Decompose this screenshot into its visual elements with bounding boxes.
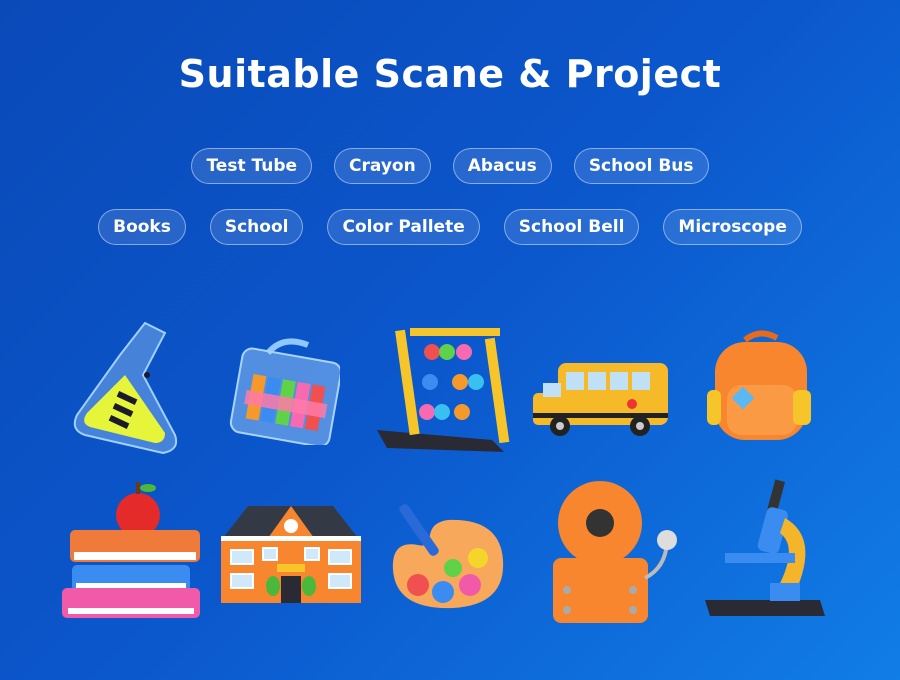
abacus-icon bbox=[377, 328, 510, 452]
school-bus-icon bbox=[533, 363, 668, 436]
backpack-icon bbox=[707, 330, 811, 440]
page-title: Suitable Scane & Project bbox=[178, 52, 722, 96]
school-bell-icon bbox=[553, 481, 677, 623]
tag-abacus[interactable]: Abacus bbox=[452, 148, 552, 184]
tag-row-2: Books School Color Pallete School Bell M… bbox=[0, 209, 900, 245]
crayon-icon bbox=[229, 338, 340, 445]
tag-books[interactable]: Books bbox=[98, 209, 186, 245]
tag-crayon[interactable]: Crayon bbox=[334, 148, 431, 184]
tag-microscope[interactable]: Microscope bbox=[663, 209, 802, 245]
tag-school-bus[interactable]: School Bus bbox=[573, 148, 709, 184]
tag-school[interactable]: School bbox=[209, 209, 304, 245]
tag-test-tube[interactable]: Test Tube bbox=[191, 148, 313, 184]
school-icon bbox=[221, 506, 361, 603]
tag-school-bell[interactable]: School Bell bbox=[503, 209, 640, 245]
microscope-icon bbox=[705, 479, 825, 616]
books-icon bbox=[62, 482, 200, 618]
test-tube-icon bbox=[73, 321, 178, 455]
color-pallete-icon bbox=[392, 504, 504, 609]
tag-color-pallete[interactable]: Color Pallete bbox=[327, 209, 480, 245]
tag-row-1: Test Tube Crayon Abacus School Bus bbox=[0, 148, 900, 184]
